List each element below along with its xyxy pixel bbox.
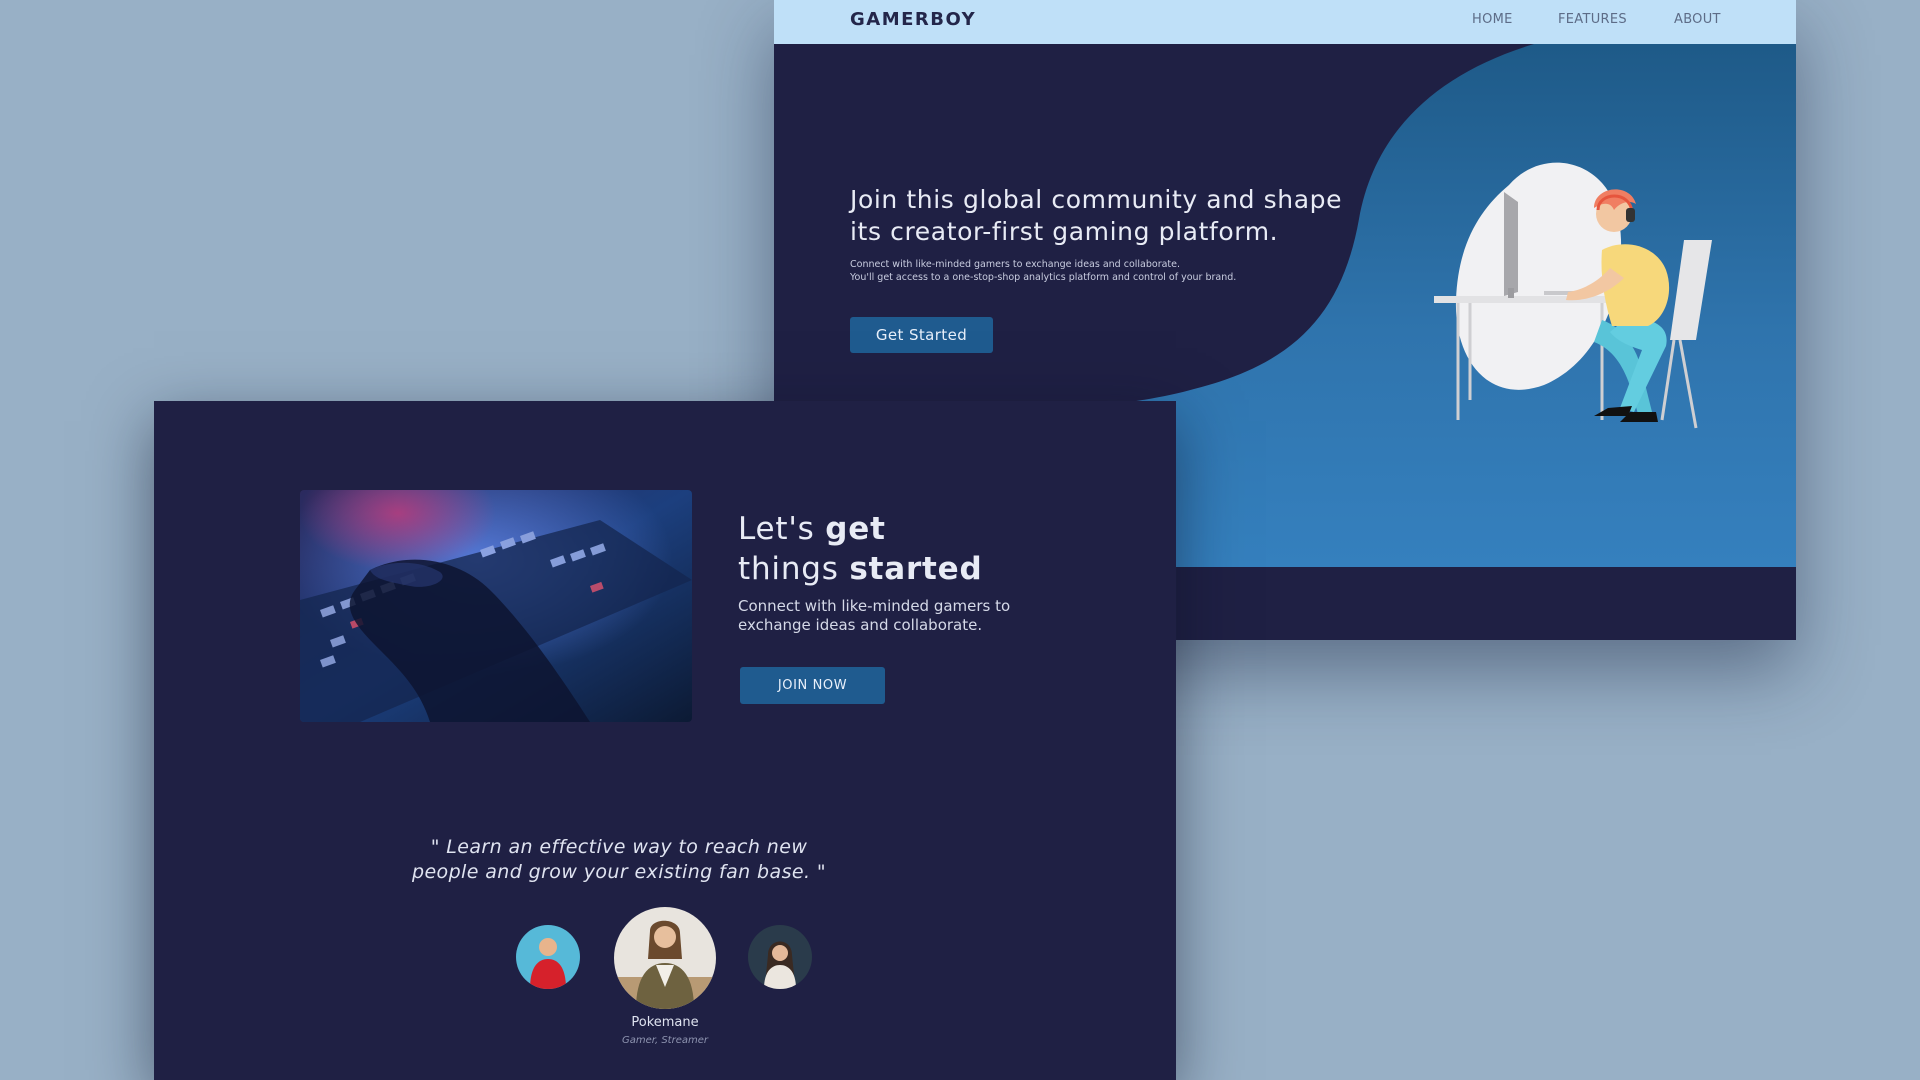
- get-started-window: Let's get things started Connect with li…: [154, 401, 1176, 1080]
- keyboard-photo: [300, 490, 692, 722]
- heading-bold-1: get: [825, 511, 886, 547]
- get-started-subtitle: Connect with like-minded gamers to excha…: [738, 597, 1011, 634]
- gamer-at-desk-illustration: [1434, 162, 1712, 429]
- testimonial-role: Gamer, Streamer: [622, 1035, 708, 1046]
- hero-title: Join this global community and shape its…: [850, 185, 1343, 246]
- heading-text-2: things: [738, 551, 850, 587]
- get-started-button[interactable]: Get Started: [850, 317, 993, 353]
- keyboard-photo-image: [300, 490, 692, 722]
- join-now-button[interactable]: JOIN NOW: [740, 667, 885, 704]
- heading-bold-2: started: [849, 551, 983, 587]
- brand-logo[interactable]: GAMERBOY: [850, 9, 976, 30]
- nav-home[interactable]: HOME: [1472, 12, 1513, 27]
- testimonial-quote: " Learn an effective way to reach new pe…: [412, 836, 826, 883]
- avatar-left[interactable]: [516, 925, 580, 989]
- hero-subtitle-line-2: You'll get access to a one-stop-shop ana…: [850, 272, 1237, 283]
- hero-subtitle-line-1: Connect with like-minded gamers to excha…: [850, 259, 1181, 270]
- get-started-heading: Let's get things started: [738, 509, 1098, 589]
- avatar-featured-image: [614, 907, 716, 1009]
- nav-features[interactable]: FEATURES: [1558, 12, 1627, 27]
- avatar-right-image: [748, 925, 812, 989]
- avatar-featured[interactable]: [614, 907, 716, 1009]
- hero-subtitle: Connect with like-minded gamers to excha…: [850, 258, 1370, 284]
- avatar-right[interactable]: [748, 925, 812, 989]
- avatar-left-image: [516, 925, 580, 989]
- heading-text-1: Let's: [738, 511, 826, 547]
- testimonial-name: Pokemane: [631, 1015, 699, 1030]
- nav-about[interactable]: ABOUT: [1674, 12, 1721, 27]
- top-navbar: GAMERBOY HOME FEATURES ABOUT: [774, 0, 1796, 44]
